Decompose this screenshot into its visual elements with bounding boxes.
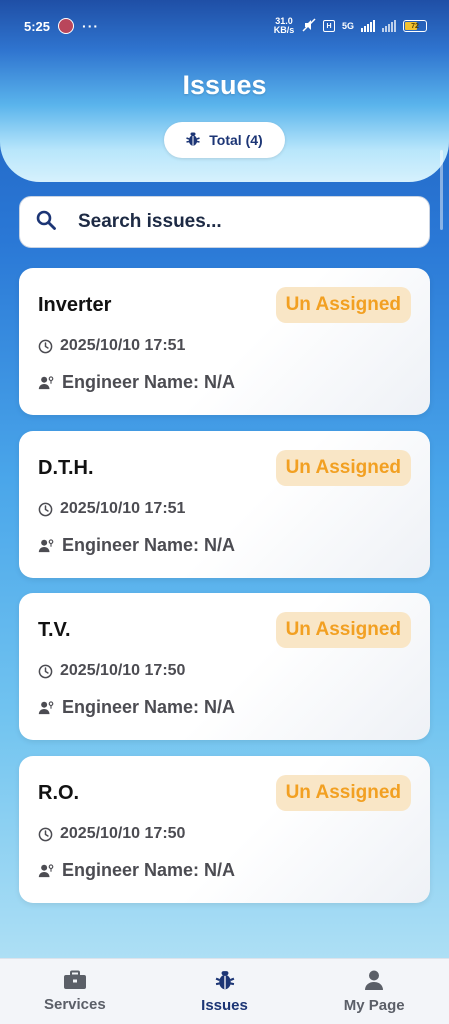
search-icon: [36, 210, 56, 235]
engineer-icon: [38, 539, 54, 553]
hd-icon: H: [322, 20, 335, 32]
mute-icon: [302, 18, 316, 34]
battery-level: 72: [411, 22, 419, 30]
nav-services-label: Services: [43, 996, 106, 1013]
signal-icon: [361, 20, 375, 32]
issue-engineer: Engineer Name: N/A: [62, 372, 236, 392]
status-badge: Un Assigned: [275, 450, 411, 486]
bug-icon: [215, 971, 234, 990]
nav-issues-label: Issues: [201, 997, 248, 1014]
bug-icon: [186, 131, 201, 150]
issue-datetime: 2025/10/10 17:51: [60, 337, 186, 354]
engineer-icon: [38, 701, 54, 715]
person-icon: [365, 970, 384, 990]
status-bar: 5:25 ··· 31.0 KB/s H 5G 72: [0, 0, 449, 52]
total-count-label: Total (4): [209, 132, 263, 148]
nav-issues[interactable]: Issues: [150, 959, 300, 1024]
issue-datetime-row: 2025/10/10 17:51: [38, 500, 185, 518]
issue-title: D.T.H.: [38, 457, 94, 479]
engineer-icon: [38, 864, 54, 878]
clock-icon: [38, 827, 53, 841]
status-badge: Un Assigned: [275, 775, 411, 811]
issue-card[interactable]: Inverter Un Assigned 2025/10/10 17:51 En…: [19, 268, 430, 415]
issue-engineer-row: Engineer Name: N/A: [38, 535, 235, 556]
clock-icon: [38, 339, 53, 353]
issue-card[interactable]: R.O. Un Assigned 2025/10/10 17:50 Engine…: [19, 756, 430, 903]
issue-datetime: 2025/10/10 17:50: [60, 825, 186, 842]
issue-engineer-row: Engineer Name: N/A: [38, 860, 235, 881]
status-time: 5:25: [24, 18, 51, 34]
search-bar[interactable]: [19, 196, 430, 248]
status-badge: Un Assigned: [275, 612, 411, 648]
issue-engineer: Engineer Name: N/A: [62, 697, 236, 717]
issue-card[interactable]: D.T.H. Un Assigned 2025/10/10 17:51 Engi…: [19, 431, 430, 578]
bottom-nav: Services Issues My Page: [0, 958, 449, 1024]
briefcase-icon: [63, 970, 86, 989]
issue-title: T.V.: [38, 619, 71, 641]
issue-card[interactable]: T.V. Un Assigned 2025/10/10 17:50 Engine…: [19, 593, 430, 740]
total-count-pill: Total (4): [164, 122, 285, 158]
network-type: 5G: [341, 21, 354, 31]
issue-engineer-row: Engineer Name: N/A: [38, 697, 235, 718]
issue-engineer: Engineer Name: N/A: [62, 535, 236, 555]
issue-title: Inverter: [38, 294, 112, 316]
issue-datetime-row: 2025/10/10 17:51: [38, 337, 185, 355]
signal-2-icon: [382, 20, 396, 32]
search-input[interactable]: [78, 211, 398, 233]
page-title: Issues: [182, 70, 267, 100]
nav-my-page[interactable]: My Page: [299, 959, 449, 1024]
nav-services[interactable]: Services: [0, 959, 150, 1024]
issue-datetime: 2025/10/10 17:51: [60, 500, 186, 517]
issue-datetime-row: 2025/10/10 17:50: [38, 825, 185, 843]
issue-datetime: 2025/10/10 17:50: [60, 662, 186, 679]
battery-icon: 72: [403, 20, 427, 32]
more-notifications-icon: ···: [82, 18, 100, 34]
issue-engineer-row: Engineer Name: N/A: [38, 372, 235, 393]
issue-title: R.O.: [38, 782, 80, 804]
issue-engineer: Engineer Name: N/A: [62, 860, 236, 880]
issue-datetime-row: 2025/10/10 17:50: [38, 662, 185, 680]
clock-icon: [38, 502, 53, 516]
nav-my-page-label: My Page: [343, 997, 405, 1014]
status-badge: Un Assigned: [275, 287, 411, 323]
notification-app-icon: [58, 18, 75, 34]
clock-icon: [38, 664, 53, 678]
scrollbar[interactable]: [440, 150, 443, 230]
engineer-icon: [38, 376, 54, 390]
net-speed: 31.0 KB/s: [273, 16, 295, 35]
